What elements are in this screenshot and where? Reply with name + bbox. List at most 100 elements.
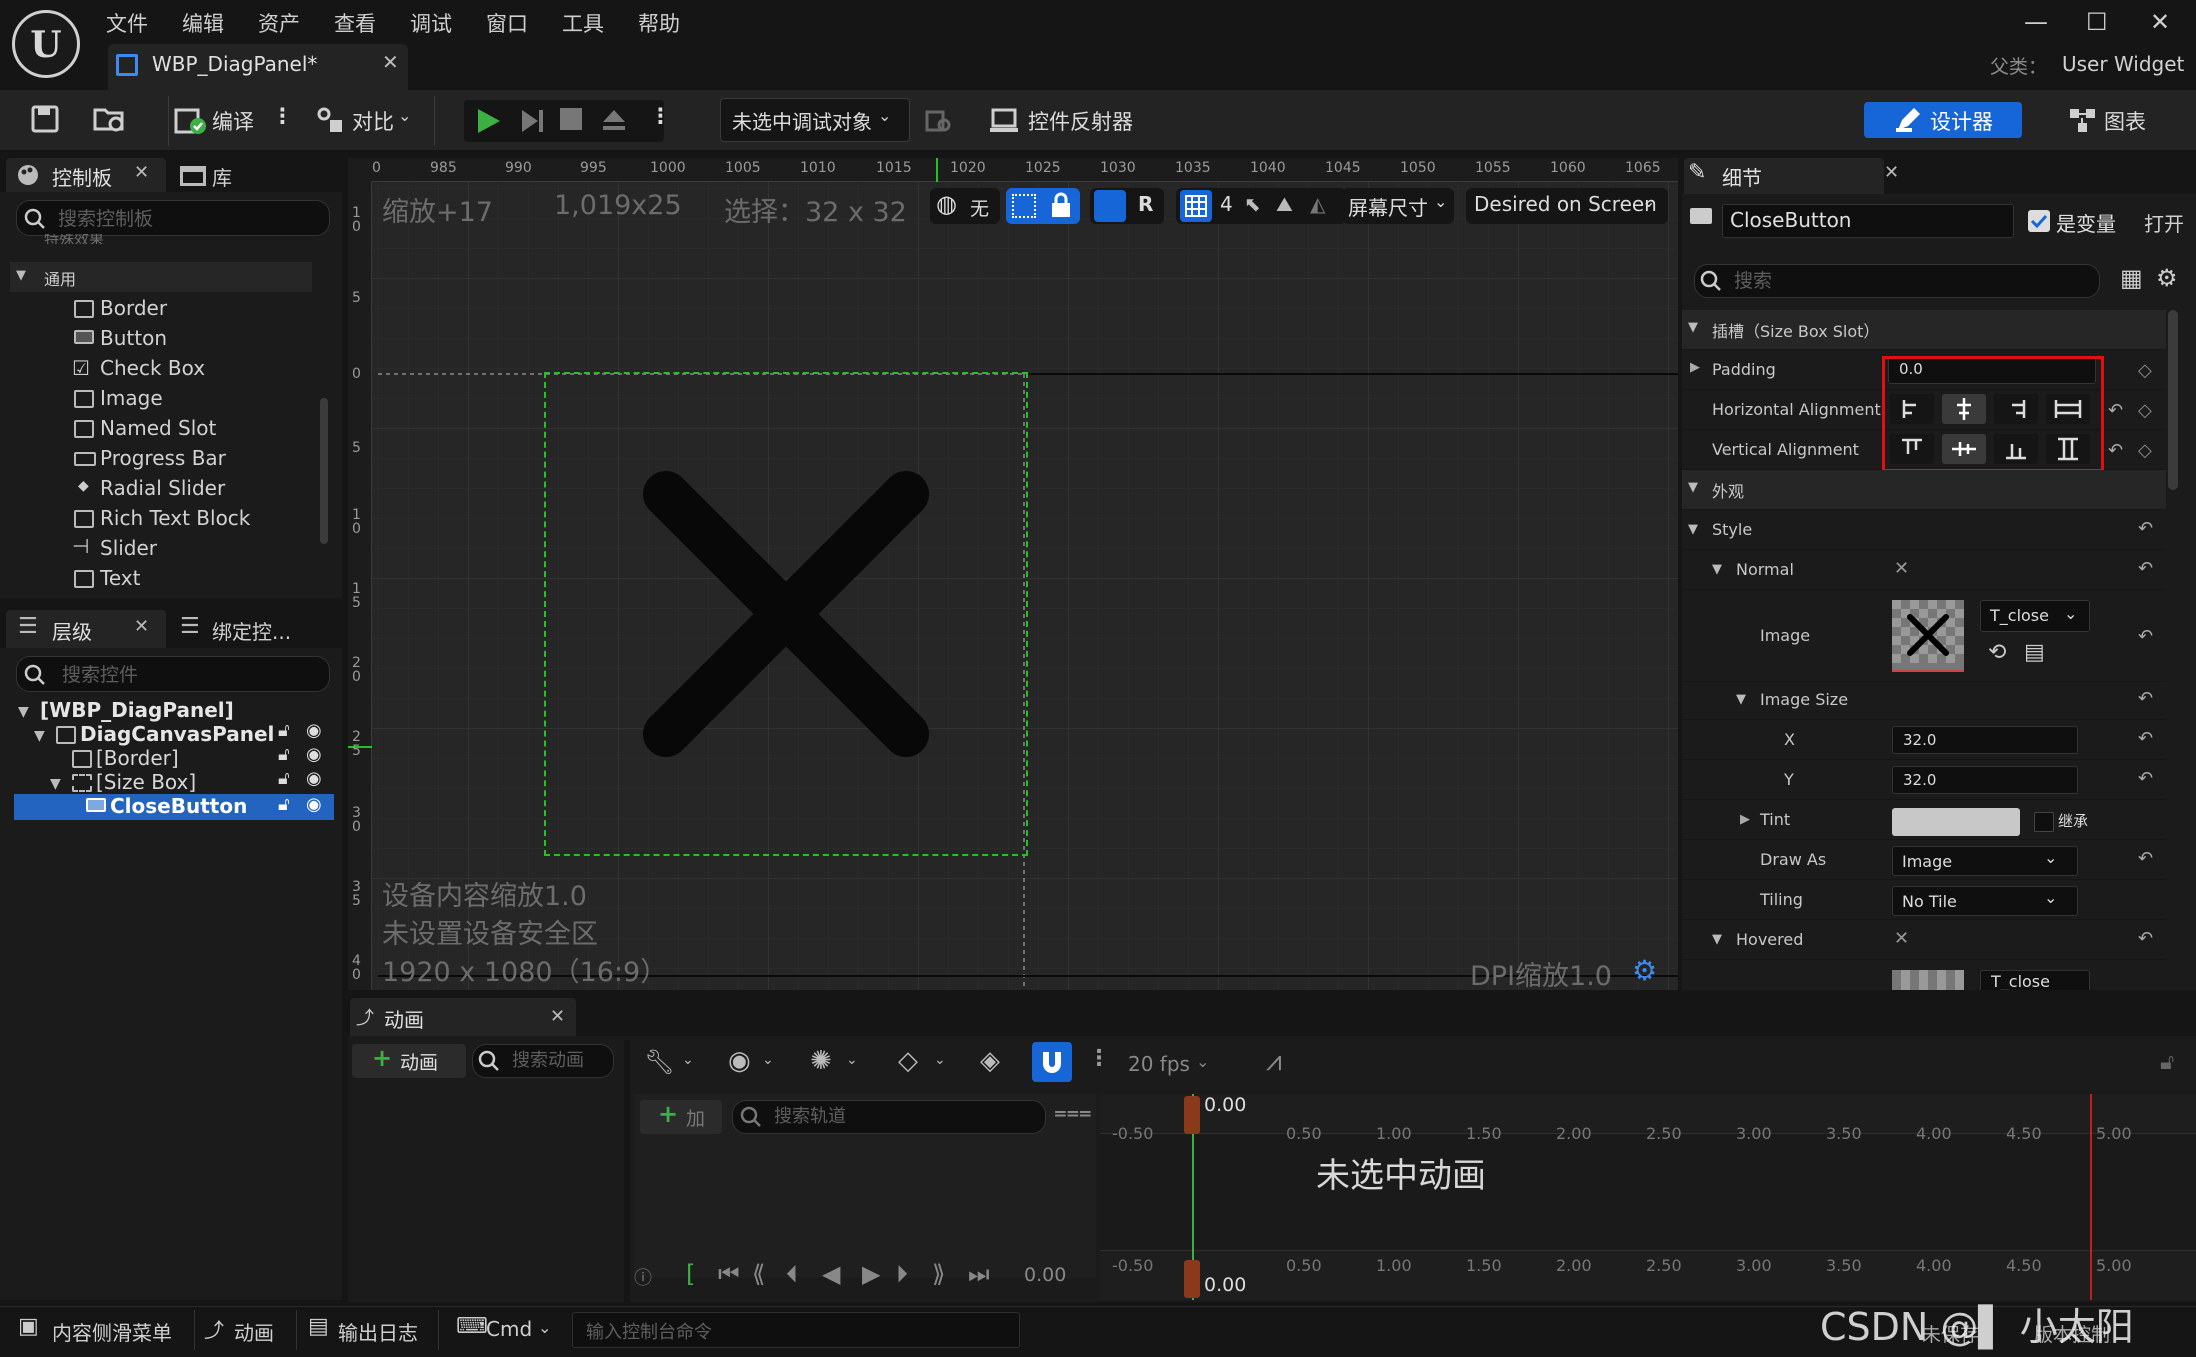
is-variable-checkbox[interactable]: [2028, 210, 2050, 232]
image-preview-icon[interactable]: ⛰: [1276, 192, 1293, 216]
menu-edit[interactable]: 编辑: [182, 8, 224, 38]
palette-item-named-slot[interactable]: Named Slot: [100, 416, 216, 440]
menu-tools[interactable]: 工具: [562, 8, 604, 38]
range-start-icon[interactable]: [: [686, 1260, 695, 1288]
lock-icon[interactable]: 🔓︎: [278, 744, 290, 765]
dpi-settings-gear-icon[interactable]: ⚙: [1632, 954, 1657, 987]
chevron-down-icon[interactable]: ▼: [1736, 692, 1746, 707]
tree-node-border[interactable]: [Border]: [96, 746, 179, 770]
chevron-right-icon[interactable]: ▶: [1740, 812, 1750, 827]
eye-icon[interactable]: ◉: [306, 720, 322, 741]
filter-icon[interactable]: ⩶: [1054, 1100, 1092, 1125]
clear-icon[interactable]: ✕: [1894, 558, 1909, 579]
image-size-y-input[interactable]: 32.0: [1892, 766, 2078, 794]
cursor-icon[interactable]: ⬉: [1244, 192, 1261, 216]
reset-arrow-icon[interactable]: ↶: [2138, 518, 2153, 539]
tint-color-swatch[interactable]: [1892, 808, 2020, 836]
reset-arrow-icon[interactable]: ↶: [2138, 848, 2153, 869]
tree-node-root[interactable]: [WBP_DiagPanel]: [40, 698, 234, 722]
save-icon[interactable]: [30, 104, 60, 134]
widget-reflector-button[interactable]: 控件反射器: [1028, 106, 1133, 136]
widget-reflector-icon[interactable]: [990, 106, 1020, 134]
curve-editor-icon[interactable]: ⩘: [1266, 1044, 1282, 1078]
menu-window[interactable]: 窗口: [486, 8, 528, 38]
reset-arrow-icon[interactable]: ↶: [2108, 440, 2123, 461]
open-button[interactable]: 打开: [2144, 208, 2184, 237]
graph-icon[interactable]: [2068, 106, 2098, 134]
browse-asset-icon[interactable]: ▤: [2024, 640, 2045, 665]
tab-details[interactable]: [1684, 158, 1884, 194]
add-track-button[interactable]: [640, 1100, 722, 1134]
menu-help[interactable]: 帮助: [638, 8, 680, 38]
tree-node-size-box[interactable]: [Size Box]: [96, 770, 196, 794]
selected-close-button-widget[interactable]: [544, 372, 1028, 856]
keyframe-diamond-icon[interactable]: ◇: [2138, 400, 2152, 421]
tab-animation-close-icon[interactable]: ✕: [550, 1006, 565, 1027]
diff-icon[interactable]: [316, 106, 346, 134]
image-size-x-input[interactable]: 32.0: [1892, 726, 2078, 754]
reset-arrow-icon[interactable]: ↶: [2138, 688, 2153, 709]
compile-options-icon[interactable]: ⋮: [272, 104, 293, 128]
respect-locks-button[interactable]: R: [1138, 192, 1153, 216]
tab-bind-widgets[interactable]: 绑定控...: [212, 616, 291, 645]
compile-button[interactable]: 编译: [212, 106, 254, 136]
compile-icon[interactable]: [174, 104, 208, 136]
parent-class-link[interactable]: User Widget: [2062, 52, 2184, 76]
play-icon[interactable]: ▶: [862, 1260, 880, 1288]
skip-start-icon[interactable]: ⏮: [718, 1260, 740, 1288]
play-options-icon[interactable]: ⋮: [650, 104, 671, 128]
menu-asset[interactable]: 资产: [258, 8, 300, 38]
grid-snap-size[interactable]: 4: [1220, 192, 1233, 216]
autokey-icon[interactable]: ◈: [980, 1046, 1000, 1076]
palette-item-slider[interactable]: Slider: [100, 536, 157, 560]
tab-palette-close-icon[interactable]: ✕: [134, 162, 149, 183]
reset-arrow-icon[interactable]: ↶: [2138, 728, 2153, 749]
debug-browse-icon[interactable]: [924, 106, 952, 134]
palette-item-rich-text-block[interactable]: Rich Text Block: [100, 506, 250, 530]
tree-node-canvas-panel[interactable]: DiagCanvasPanel: [80, 722, 274, 746]
palette-item-button[interactable]: Button: [100, 326, 167, 350]
play-icon[interactable]: [474, 106, 504, 136]
eye-icon[interactable]: ◉: [728, 1046, 751, 1076]
flip-icon[interactable]: ◭: [1310, 192, 1325, 216]
chevron-down-icon[interactable]: ⌄: [398, 106, 411, 125]
image-thumbnail[interactable]: [1892, 600, 1964, 672]
minimize-button[interactable]: —: [2024, 8, 2048, 36]
tab-details-close-icon[interactable]: ✕: [1884, 162, 1899, 183]
menu-view[interactable]: 查看: [334, 8, 376, 38]
graph-mode-button[interactable]: 图表: [2104, 106, 2146, 136]
tab-library[interactable]: 库: [212, 162, 232, 191]
palette-scrollbar[interactable]: [320, 398, 328, 544]
close-window-button[interactable]: ✕: [2150, 8, 2170, 36]
palette-item-border[interactable]: Border: [100, 296, 167, 320]
snap-options-icon[interactable]: ⋮: [1088, 1046, 1110, 1071]
details-scrollbar[interactable]: [2168, 310, 2178, 490]
chevron-down-icon[interactable]: ⌄: [934, 1052, 946, 1068]
category-partial[interactable]: 特殊效果: [44, 234, 104, 244]
step-icon[interactable]: [518, 106, 546, 136]
key-diamond-icon[interactable]: ◇: [898, 1046, 918, 1076]
chevron-right-icon[interactable]: ▶: [1690, 360, 1700, 375]
use-selected-asset-icon[interactable]: ⟲: [1988, 640, 2006, 665]
playhead-handle-bottom[interactable]: [1184, 1260, 1200, 1298]
lock-icon[interactable]: 🔓︎: [278, 768, 290, 789]
eye-icon[interactable]: ◉: [306, 744, 322, 765]
lock-icon[interactable]: 🔓︎: [278, 720, 290, 741]
chevron-down-icon[interactable]: ▼: [34, 728, 45, 744]
fps-dropdown[interactable]: 20 fps: [1128, 1052, 1190, 1076]
range-end-line[interactable]: [2090, 1094, 2092, 1300]
skip-end-icon[interactable]: ⏭: [968, 1260, 990, 1288]
chevron-down-icon[interactable]: ▼: [1688, 522, 1698, 537]
palette-item-check-box[interactable]: Check Box: [100, 356, 205, 380]
palette-item-radial-slider[interactable]: Radial Slider: [100, 476, 225, 500]
chevron-down-icon[interactable]: ⌄: [682, 1052, 694, 1068]
palette-item-progress-bar[interactable]: Progress Bar: [100, 446, 226, 470]
key-settings-icon[interactable]: ✺: [810, 1046, 832, 1076]
unreal-logo-icon[interactable]: U: [12, 10, 80, 78]
tab-hierarchy-close-icon[interactable]: ✕: [134, 616, 149, 637]
hovered-image-thumbnail[interactable]: [1892, 970, 1964, 990]
playhead-handle-top[interactable]: [1184, 1096, 1200, 1134]
current-time-field[interactable]: 0.00: [1024, 1264, 1066, 1286]
grid-snap-icon[interactable]: [1180, 190, 1212, 222]
browse-asset-icon[interactable]: [92, 104, 128, 134]
